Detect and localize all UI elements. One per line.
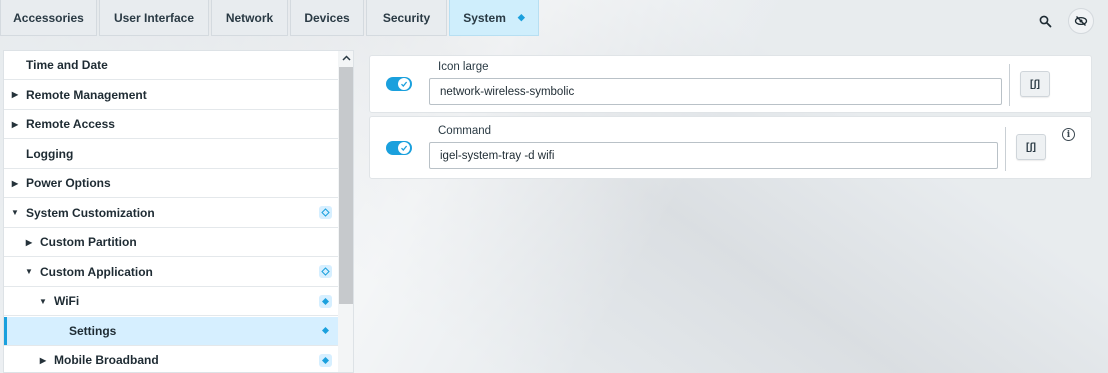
setting-card-command: Command igel-system-tray -d wifi [ʃ] i — [369, 116, 1092, 179]
tab-security[interactable]: Security — [366, 0, 447, 36]
info-icon[interactable]: i — [1062, 128, 1075, 141]
sidebar-item-custom-application[interactable]: ▼ Custom Application — [4, 258, 338, 287]
caret-right-icon[interactable]: ▶ — [8, 120, 22, 129]
command-script-button[interactable]: [ʃ] — [1016, 134, 1046, 160]
sidebar-item-label: Mobile Broadband — [54, 353, 159, 367]
modified-diamond-icon — [319, 324, 332, 337]
sidebar-scrollbar-thumb[interactable] — [339, 67, 353, 304]
caret-right-icon[interactable]: ▶ — [8, 179, 22, 188]
caret-down-icon[interactable]: ▼ — [22, 267, 36, 276]
icon-large-toggle[interactable] — [386, 77, 412, 91]
command-input[interactable]: igel-system-tray -d wifi — [429, 142, 998, 169]
settings-eye-icon[interactable] — [1068, 8, 1094, 34]
check-icon — [398, 142, 410, 154]
modified-diamond-icon — [319, 294, 332, 308]
sidebar-item-mobile-broadband[interactable]: ▶ Mobile Broadband — [4, 346, 338, 372]
modified-diamond-icon — [319, 353, 332, 367]
tab-user-interface[interactable]: User Interface — [99, 0, 209, 36]
sidebar-item-custom-partition[interactable]: ▶ Custom Partition — [4, 228, 338, 257]
tab-network[interactable]: Network — [211, 0, 288, 36]
sidebar-item-label: Custom Application — [40, 264, 153, 279]
sidebar-item-system-customization[interactable]: ▼ System Customization — [4, 199, 338, 228]
modified-outline-diamond-icon — [319, 265, 332, 278]
sidebar-tree: Time and Date ▶ Remote Management ▶ Remo… — [3, 50, 354, 373]
icon-large-label: Icon large — [438, 61, 489, 73]
sidebar-item-label: Custom Partition — [40, 235, 137, 249]
scroll-up-chevron-icon[interactable] — [338, 51, 353, 65]
caret-right-icon[interactable]: ▶ — [22, 238, 36, 247]
search-icon[interactable] — [1032, 8, 1058, 34]
tab-accessories[interactable]: Accessories — [0, 0, 97, 36]
caret-down-icon[interactable]: ▼ — [8, 208, 22, 217]
sidebar-item-label: Settings — [69, 323, 117, 338]
sidebar-item-wifi[interactable]: ▼ WiFi — [4, 287, 338, 316]
sidebar-item-label: Remote Access — [26, 117, 115, 131]
icon-large-input[interactable]: network-wireless-symbolic — [429, 78, 1002, 105]
sidebar-item-label: Time and Date — [26, 58, 108, 72]
modified-diamond-icon: ◆ — [517, 12, 525, 22]
sidebar-item-label: Remote Management — [26, 87, 147, 102]
tab-label: System — [463, 10, 506, 25]
command-toggle[interactable] — [386, 141, 412, 155]
sidebar-item-remote-access[interactable]: ▶ Remote Access — [4, 110, 338, 139]
sidebar-item-label: System Customization — [26, 205, 155, 220]
caret-right-icon[interactable]: ▶ — [36, 356, 50, 365]
setting-card-icon-large: Icon large network-wireless-symbolic [ʃ] — [369, 55, 1092, 113]
tab-label: User Interface — [113, 10, 195, 25]
sidebar-item-time-and-date[interactable]: Time and Date — [4, 51, 338, 80]
tab-label: Devices — [304, 10, 350, 25]
modified-outline-diamond-icon — [319, 206, 332, 219]
tab-system[interactable]: System ◆ — [449, 0, 539, 36]
command-label: Command — [438, 125, 492, 137]
sidebar-item-settings[interactable]: Settings — [4, 316, 338, 346]
caret-right-icon[interactable]: ▶ — [8, 90, 22, 99]
sidebar-item-remote-management[interactable]: ▶ Remote Management — [4, 81, 338, 110]
tab-label: Security — [382, 10, 431, 25]
tab-label: Accessories — [13, 10, 84, 25]
sidebar-item-label: Power Options — [26, 176, 111, 190]
icon-large-script-button[interactable]: [ʃ] — [1020, 71, 1050, 97]
caret-down-icon[interactable]: ▼ — [36, 297, 50, 306]
divider — [1009, 64, 1010, 106]
sidebar-item-power-options[interactable]: ▶ Power Options — [4, 169, 338, 198]
tab-label: Network — [225, 10, 274, 25]
divider — [1005, 127, 1006, 171]
sidebar-item-label: Logging — [26, 146, 74, 161]
top-toolbar — [1032, 8, 1094, 34]
sidebar-item-logging[interactable]: Logging — [4, 140, 338, 169]
sidebar-item-label: WiFi — [54, 294, 80, 308]
check-icon — [398, 78, 410, 90]
tab-bar: Accessories User Interface Network Devic… — [0, 0, 539, 36]
tab-devices[interactable]: Devices — [290, 0, 364, 36]
